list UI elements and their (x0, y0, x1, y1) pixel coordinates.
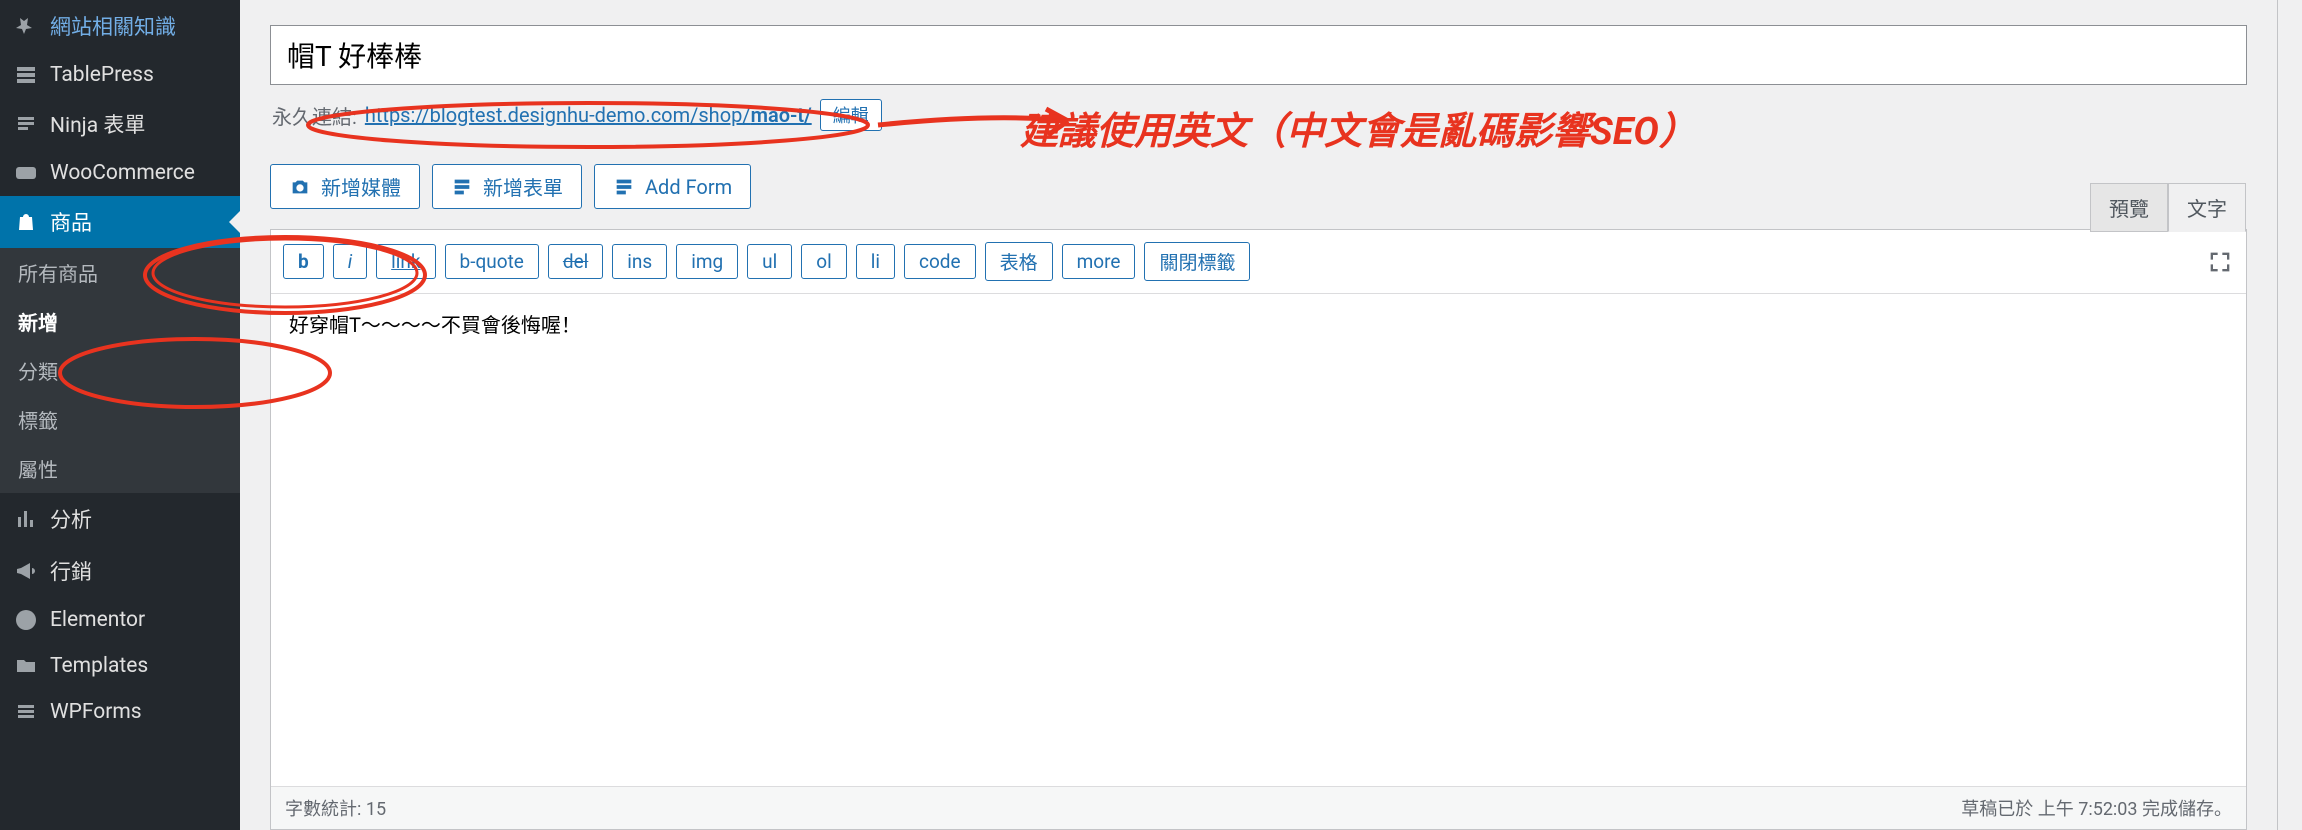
elementor-icon (14, 608, 38, 632)
sidebar-item-woocommerce[interactable]: WooCommerce (0, 150, 240, 196)
media-button-label: Add Form (645, 175, 732, 199)
permalink-slug: mao-t/ (751, 103, 812, 127)
permalink-link[interactable]: https://blogtest.designhu-demo.com/shop/… (365, 103, 812, 127)
tab-text[interactable]: 文字 (2168, 183, 2246, 232)
toolbar-del-button[interactable]: del (548, 244, 603, 279)
form-icon (613, 176, 635, 198)
sidebar-item-label: WPForms (50, 700, 142, 724)
toolbar-bold-button[interactable]: b (283, 244, 324, 279)
toolbar-ins-button[interactable]: ins (612, 244, 667, 279)
save-status: 草稿已於 上午 7:52:03 完成儲存。 (1961, 795, 2232, 821)
sidebar-item-label: Ninja 表單 (50, 109, 145, 139)
fullscreen-icon[interactable] (2206, 248, 2234, 276)
sidebar-item-marketing[interactable]: 行銷 (0, 545, 240, 597)
submenu-item-tags[interactable]: 標籤 (0, 395, 240, 444)
permalink-label: 永久連結: (272, 101, 357, 130)
sidebar-item-wpforms[interactable]: WPForms (0, 689, 240, 735)
toolbar-li-button[interactable]: li (856, 244, 895, 279)
sidebar-item-label: Elementor (50, 608, 145, 632)
editor: 預覽 文字 b i link b-quote del ins img ul ol… (270, 229, 2247, 830)
megaphone-icon (14, 559, 38, 583)
word-count: 字數統計: 15 (285, 795, 386, 821)
permalink-row: 永久連結: https://blogtest.designhu-demo.com… (272, 99, 2245, 131)
camera-icon (289, 176, 311, 198)
sidebar-item-analytics[interactable]: 分析 (0, 493, 240, 545)
sidebar-item-products[interactable]: 商品 (0, 196, 240, 248)
toolbar-close-tags-button[interactable]: 關閉標籤 (1144, 242, 1250, 281)
table-icon (14, 63, 38, 87)
sidebar-item-tablepress[interactable]: TablePress (0, 52, 240, 98)
sidebar-item-elementor[interactable]: Elementor (0, 597, 240, 643)
submenu-item-all-products[interactable]: 所有商品 (0, 248, 240, 297)
product-title-input[interactable] (270, 25, 2247, 85)
media-button-label: 新增表單 (483, 172, 563, 201)
toolbar-ul-button[interactable]: ul (747, 244, 792, 279)
sidebar-item-label: 分析 (50, 504, 92, 534)
list-icon (14, 700, 38, 724)
sidebar-item-site-knowledge[interactable]: 網站相關知識 (0, 0, 240, 52)
toolbar-ol-button[interactable]: ol (801, 244, 846, 279)
sidebar-item-templates[interactable]: Templates (0, 643, 240, 689)
right-strip (2277, 0, 2302, 830)
toolbar-link-button[interactable]: link (376, 244, 435, 279)
editor-status-bar: 字數統計: 15 草稿已於 上午 7:52:03 完成儲存。 (271, 786, 2246, 829)
editor-toolbar: b i link b-quote del ins img ul ol li co… (271, 230, 2246, 294)
sidebar-item-label: Templates (50, 654, 148, 678)
toolbar-more-button[interactable]: more (1062, 244, 1136, 279)
sidebar-item-label: 商品 (50, 207, 92, 237)
pin-icon (14, 14, 38, 38)
sidebar-item-ninja-forms[interactable]: Ninja 表單 (0, 98, 240, 150)
sidebar-item-label: TablePress (50, 63, 154, 87)
main-content: 永久連結: https://blogtest.designhu-demo.com… (240, 0, 2277, 830)
content-textarea[interactable] (271, 294, 2246, 786)
add-form-button-1[interactable]: 新增表單 (432, 164, 582, 209)
toolbar-code-button[interactable]: code (904, 244, 976, 279)
toolbar-italic-button[interactable]: i (333, 244, 367, 279)
toolbar-table-button[interactable]: 表格 (985, 242, 1053, 281)
toolbar-bquote-button[interactable]: b-quote (445, 244, 539, 279)
sidebar-item-label: 行銷 (50, 556, 92, 586)
bag-icon (14, 210, 38, 234)
chart-icon (14, 507, 38, 531)
form-icon (451, 176, 473, 198)
submenu-item-categories[interactable]: 分類 (0, 346, 240, 395)
submenu-item-attributes[interactable]: 屬性 (0, 444, 240, 493)
media-buttons-row: 新增媒體 新增表單 Add Form (270, 164, 2247, 209)
folder-icon (14, 654, 38, 678)
editor-tabs: 預覽 文字 (2090, 183, 2246, 232)
media-button-label: 新增媒體 (321, 172, 401, 201)
edit-slug-button[interactable]: 編輯 (820, 99, 882, 131)
add-media-button[interactable]: 新增媒體 (270, 164, 420, 209)
toolbar-img-button[interactable]: img (676, 244, 738, 279)
woo-icon (14, 161, 38, 185)
submenu-item-add-new[interactable]: 新增 (0, 297, 240, 346)
tab-visual[interactable]: 預覽 (2090, 183, 2168, 232)
add-form-button-2[interactable]: Add Form (594, 164, 751, 209)
admin-sidebar: 網站相關知識 TablePress Ninja 表單 WooCommerce 商… (0, 0, 240, 830)
list-icon (14, 112, 38, 136)
sidebar-item-label: WooCommerce (50, 161, 195, 185)
sidebar-item-label: 網站相關知識 (50, 11, 176, 41)
sidebar-submenu: 所有商品 新增 分類 標籤 屬性 (0, 248, 240, 493)
